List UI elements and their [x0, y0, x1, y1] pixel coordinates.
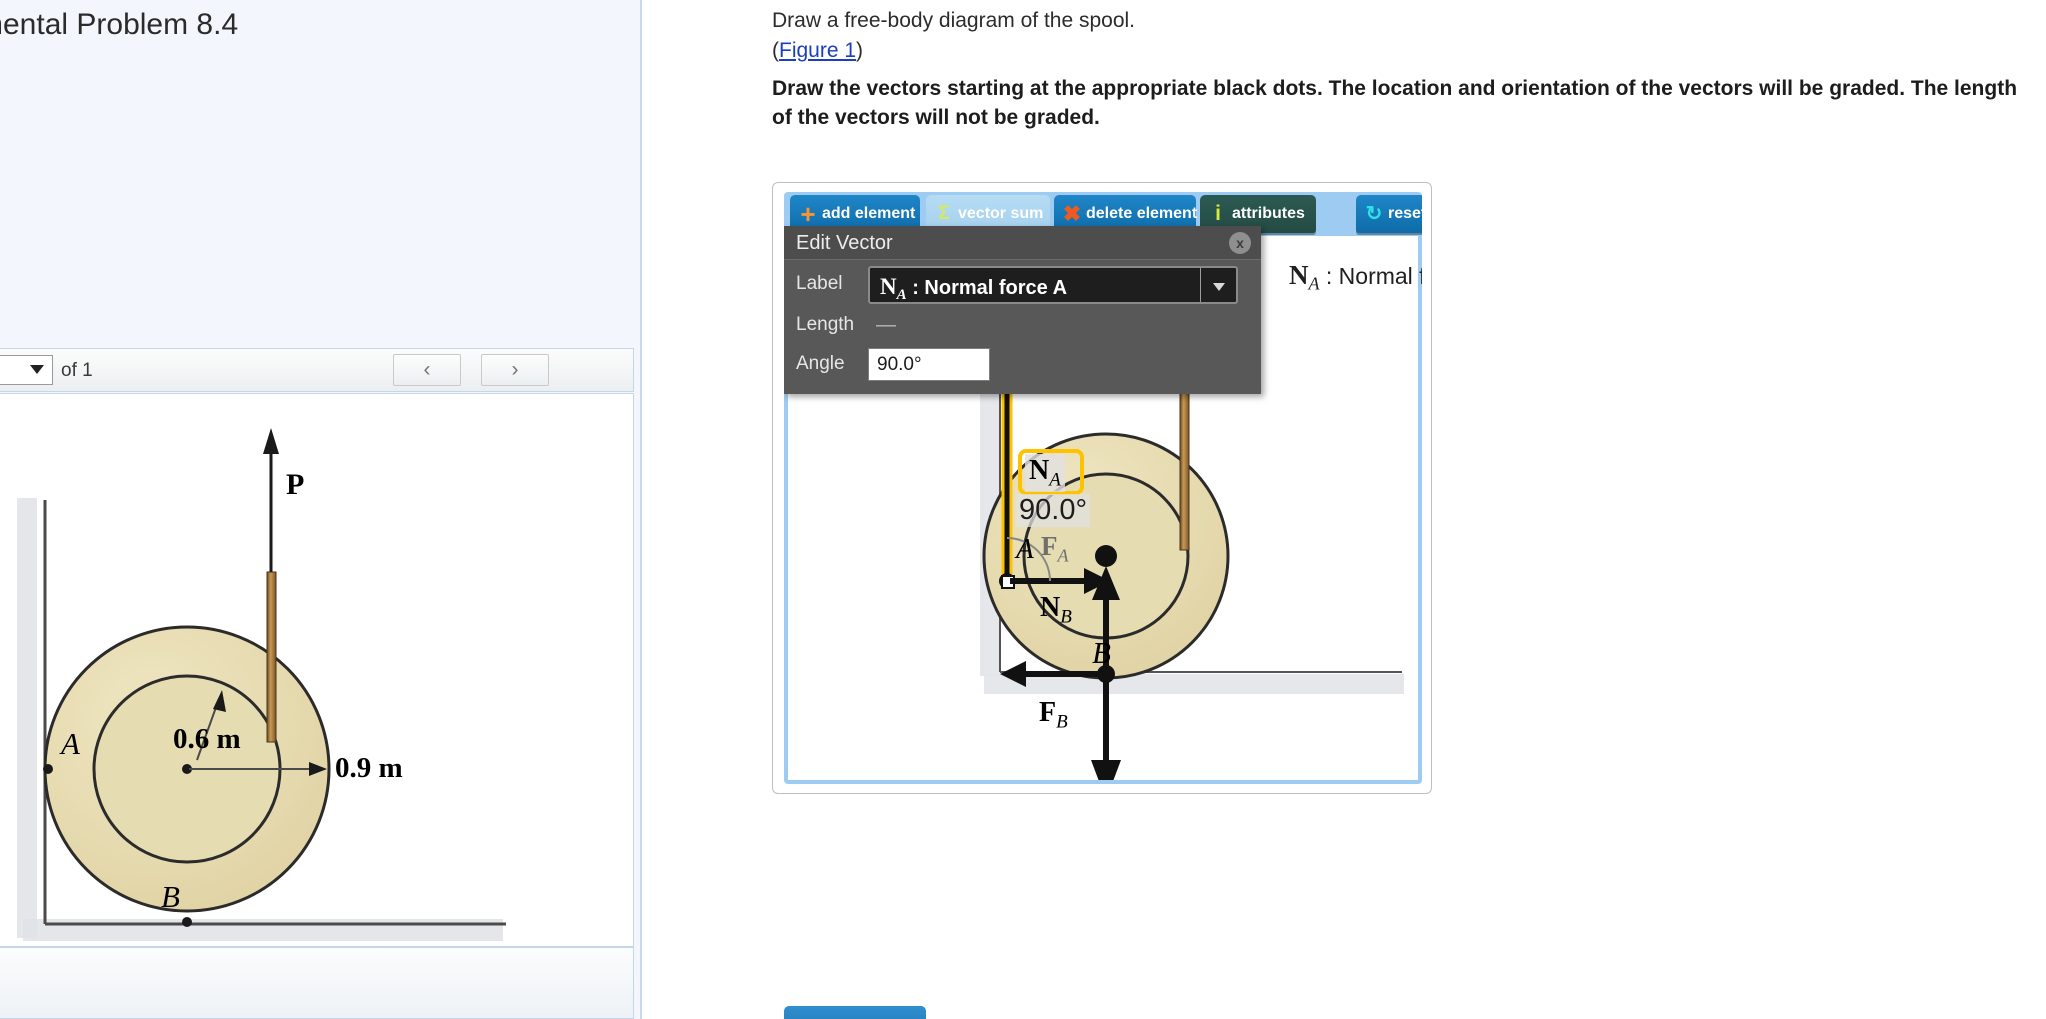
- figure-dim-inner: 0.6 m: [173, 723, 241, 755]
- reset-button[interactable]: ↻ reset: [1356, 195, 1422, 233]
- figure-nav-toolbar: of 1 ‹ ›: [0, 348, 634, 392]
- vector-sum-label: vector sum: [958, 205, 1044, 223]
- figure-select[interactable]: [0, 355, 53, 385]
- figure-label-B: B: [161, 879, 180, 914]
- attributes-label: attributes: [1232, 205, 1305, 223]
- add-element-label: add element: [822, 205, 916, 223]
- vector-label-NB: NB: [1040, 592, 1072, 628]
- canvas-point-A-label: A: [1016, 533, 1034, 565]
- question-prompt: Draw a free-body diagram of the spool. (…: [772, 6, 2032, 129]
- delete-element-label: delete element: [1086, 205, 1198, 223]
- figure-image-container: 0.6 m 0.9 m P A B: [0, 393, 634, 947]
- edit-vector-titlebar: Edit Vector x: [784, 226, 1261, 260]
- paren-close: ): [856, 39, 864, 62]
- submit-button[interactable]: [784, 1006, 926, 1019]
- vector-label-NA: NA: [1025, 454, 1065, 492]
- angle-input[interactable]: 90.0°: [868, 348, 990, 381]
- angle-field-caption: Angle: [796, 353, 845, 374]
- selected-vector-caption: NA : Normal force A: [1289, 260, 1422, 295]
- caption-text: : Normal force A: [1325, 263, 1422, 289]
- prompt-instructions: Draw the vectors starting at the appropr…: [772, 77, 2018, 129]
- vector-label-FA: FA: [1041, 531, 1069, 566]
- page-title: mental Problem 8.4: [0, 8, 239, 41]
- vector-angle-readout: 90.0°: [1016, 494, 1091, 527]
- label-select-chevron-down-icon[interactable]: [1200, 268, 1236, 302]
- spool-figure-svg: [17, 428, 506, 941]
- figure-prev-button[interactable]: ‹: [393, 354, 461, 386]
- edit-vector-dialog[interactable]: Edit Vector x Label NA : Normal force A …: [784, 226, 1261, 394]
- length-field-value: —: [876, 314, 896, 336]
- angle-input-value: 90.0°: [877, 354, 922, 375]
- figure-label-P: P: [286, 468, 305, 501]
- figure-footer-bar: [0, 947, 634, 1019]
- close-icon[interactable]: x: [1229, 232, 1251, 254]
- edit-vector-title: Edit Vector: [796, 232, 893, 254]
- figure-1-link[interactable]: Figure 1: [779, 39, 856, 62]
- length-field-caption: Length: [796, 314, 855, 335]
- vector-label-FB: FB: [1039, 697, 1068, 733]
- label-select-value: NA : Normal force A: [880, 274, 1068, 303]
- figure-label-A: A: [61, 726, 80, 761]
- vector-drawing-panel: + add element Σvector sum ✖ delete element…: [772, 182, 1432, 794]
- label-select[interactable]: NA : Normal force A: [868, 266, 1238, 304]
- reset-arrow-icon: ↻: [1365, 203, 1383, 225]
- caption-subscript: A: [1308, 273, 1320, 294]
- left-problem-pane: mental Problem 8.4 of 1 ‹ › 0.6 m 0.9 m …: [0, 0, 642, 1019]
- figure-next-button[interactable]: ›: [481, 354, 549, 386]
- label-field-caption: Label: [796, 273, 843, 294]
- chevron-down-icon: [30, 365, 44, 374]
- right-question-pane: Draw a free-body diagram of the spool. (…: [644, 0, 2046, 1019]
- paren-open: (: [772, 39, 779, 62]
- vector-canvas-frame: + add element Σvector sum ✖ delete element…: [784, 192, 1422, 784]
- caption-symbol: N: [1289, 260, 1309, 290]
- prompt-figure-ref: (Figure 1): [772, 36, 2032, 66]
- page-root: mental Problem 8.4 of 1 ‹ › 0.6 m 0.9 m …: [0, 0, 2046, 1019]
- figure-count-label: of 1: [61, 360, 93, 381]
- canvas-point-B-label: B: [1092, 635, 1111, 670]
- reset-label: reset: [1388, 205, 1422, 223]
- prompt-line-1: Draw a free-body diagram of the spool.: [772, 9, 1136, 32]
- figure-dim-outer: 0.9 m: [335, 752, 403, 784]
